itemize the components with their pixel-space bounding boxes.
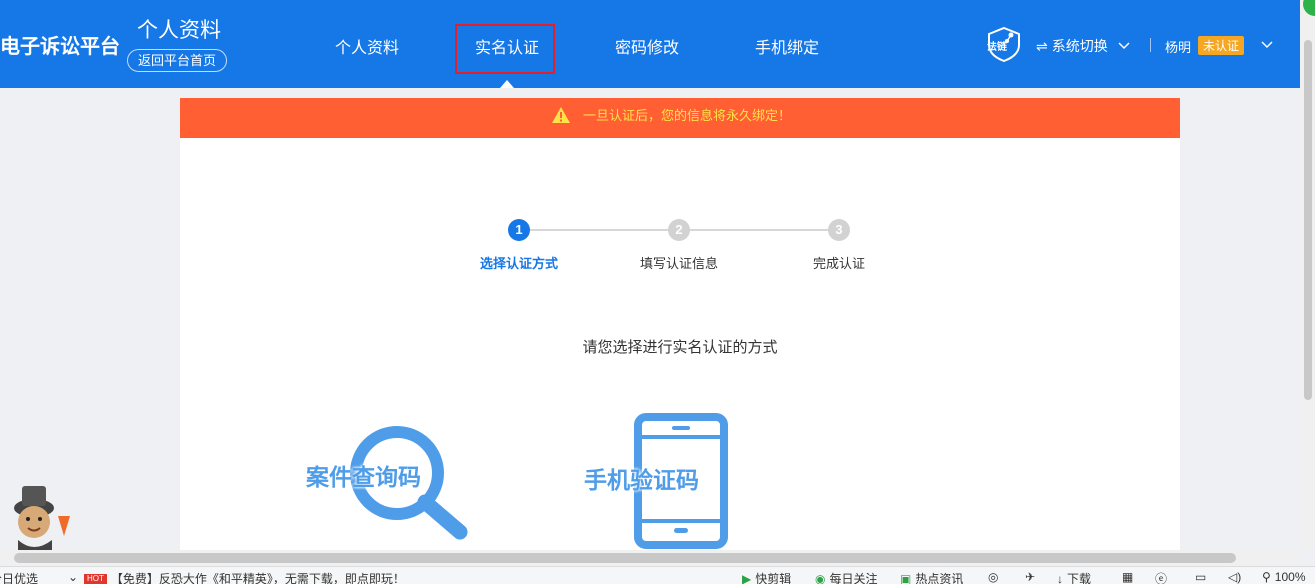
play-icon: ▶ xyxy=(742,571,752,584)
today-picks[interactable]: 今日优选 xyxy=(0,570,38,584)
step-1-label: 选择认证方式 xyxy=(479,256,558,271)
step-1-circle: 1 xyxy=(508,219,530,241)
step-connector xyxy=(530,229,670,231)
step-3-circle: 3 xyxy=(828,219,850,241)
page-title: 个人资料 xyxy=(137,19,221,42)
phone-verification-label: 手机验证码 xyxy=(584,467,699,493)
verification-status-badge: 未认证 xyxy=(1198,36,1245,55)
hot-news-button[interactable]: ▣ 热点资讯 xyxy=(900,570,963,584)
window-icon[interactable]: ▭ xyxy=(1195,570,1206,584)
user-menu-chevron-icon[interactable] xyxy=(1261,36,1273,54)
rocket-icon[interactable]: ✈ xyxy=(1025,570,1035,584)
news-ticker[interactable]: HOT 【免费】反恐大作《和平精英》，无需下载，即点即玩！ xyxy=(84,570,405,584)
tab-phone-binding[interactable]: 手机绑定 xyxy=(755,34,819,58)
warning-text: 一旦认证后，您的信息将永久绑定！ xyxy=(583,108,792,123)
system-switch-dropdown[interactable]: ⇌ 系统切换 xyxy=(1036,36,1130,56)
tab-profile[interactable]: 个人资料 xyxy=(335,34,399,58)
browser-icon[interactable]: ⓔ xyxy=(1155,570,1167,584)
vertical-scrollbar-thumb[interactable] xyxy=(1304,40,1312,400)
volume-icon[interactable]: ◁) xyxy=(1228,570,1241,584)
speed-icon[interactable]: ◎ xyxy=(988,570,998,584)
zoom-control[interactable]: ⚲ 100% xyxy=(1262,570,1306,584)
mascot-avatar[interactable] xyxy=(0,486,74,552)
table-icon[interactable]: ▦ xyxy=(1122,570,1133,584)
circle-play-icon: ◉ xyxy=(815,571,826,584)
chevron-down-icon[interactable]: ⌄ xyxy=(68,570,78,584)
browser-status-bar: 今日优选 ⌄ HOT 【免费】反恐大作《和平精英》，无需下载，即点即玩！ ▶快剪… xyxy=(0,566,1315,584)
phone-verification-option[interactable]: 手机验证码 xyxy=(580,413,730,550)
daily-focus-button[interactable]: ◉ 每日关注 xyxy=(815,570,878,584)
active-tab-highlight xyxy=(455,24,555,74)
header-divider xyxy=(1150,38,1151,52)
tab-change-password[interactable]: 密码修改 xyxy=(615,34,679,58)
platform-brand[interactable]: 电子诉讼平台 xyxy=(0,30,120,59)
zoom-icon: ⚲ xyxy=(1262,570,1271,584)
download-button[interactable]: ↓ 下载 xyxy=(1057,570,1091,584)
horizontal-scrollbar-thumb[interactable] xyxy=(14,553,1236,563)
step-connector xyxy=(690,229,830,231)
step-2-label: 填写认证信息 xyxy=(639,256,718,271)
auth-method-prompt: 请您选择进行实名认证的方式 xyxy=(582,339,778,356)
falian-logo: 法链 xyxy=(985,26,1023,63)
back-home-button[interactable]: 返回平台首页 xyxy=(127,49,227,72)
system-switch-label: 系统切换 xyxy=(1051,38,1108,54)
case-query-code-label: 案件查询码 xyxy=(306,464,421,490)
step-2-circle: 2 xyxy=(668,219,690,241)
step-3-label: 完成认证 xyxy=(812,256,865,271)
active-tab-caret xyxy=(500,80,514,88)
news-icon: ▣ xyxy=(900,571,912,584)
quick-edit-button[interactable]: ▶ 快剪辑 xyxy=(742,570,791,584)
download-icon: ↓ xyxy=(1057,571,1063,584)
warning-banner-content: 一旦认证后，您的信息将永久绑定！ xyxy=(551,105,791,124)
user-name[interactable]: 杨明 xyxy=(1165,37,1191,56)
logo-text: 法链 xyxy=(987,40,1008,53)
chevron-down-icon xyxy=(1118,42,1130,50)
hot-badge: HOT xyxy=(84,573,107,584)
news-text: 【免费】反恐大作《和平精英》，无需下载，即点即玩！ xyxy=(110,572,405,584)
case-query-code-option[interactable]: 案件查询码 xyxy=(300,420,470,542)
warning-icon xyxy=(552,106,570,123)
swap-icon: ⇌ xyxy=(1036,37,1048,54)
